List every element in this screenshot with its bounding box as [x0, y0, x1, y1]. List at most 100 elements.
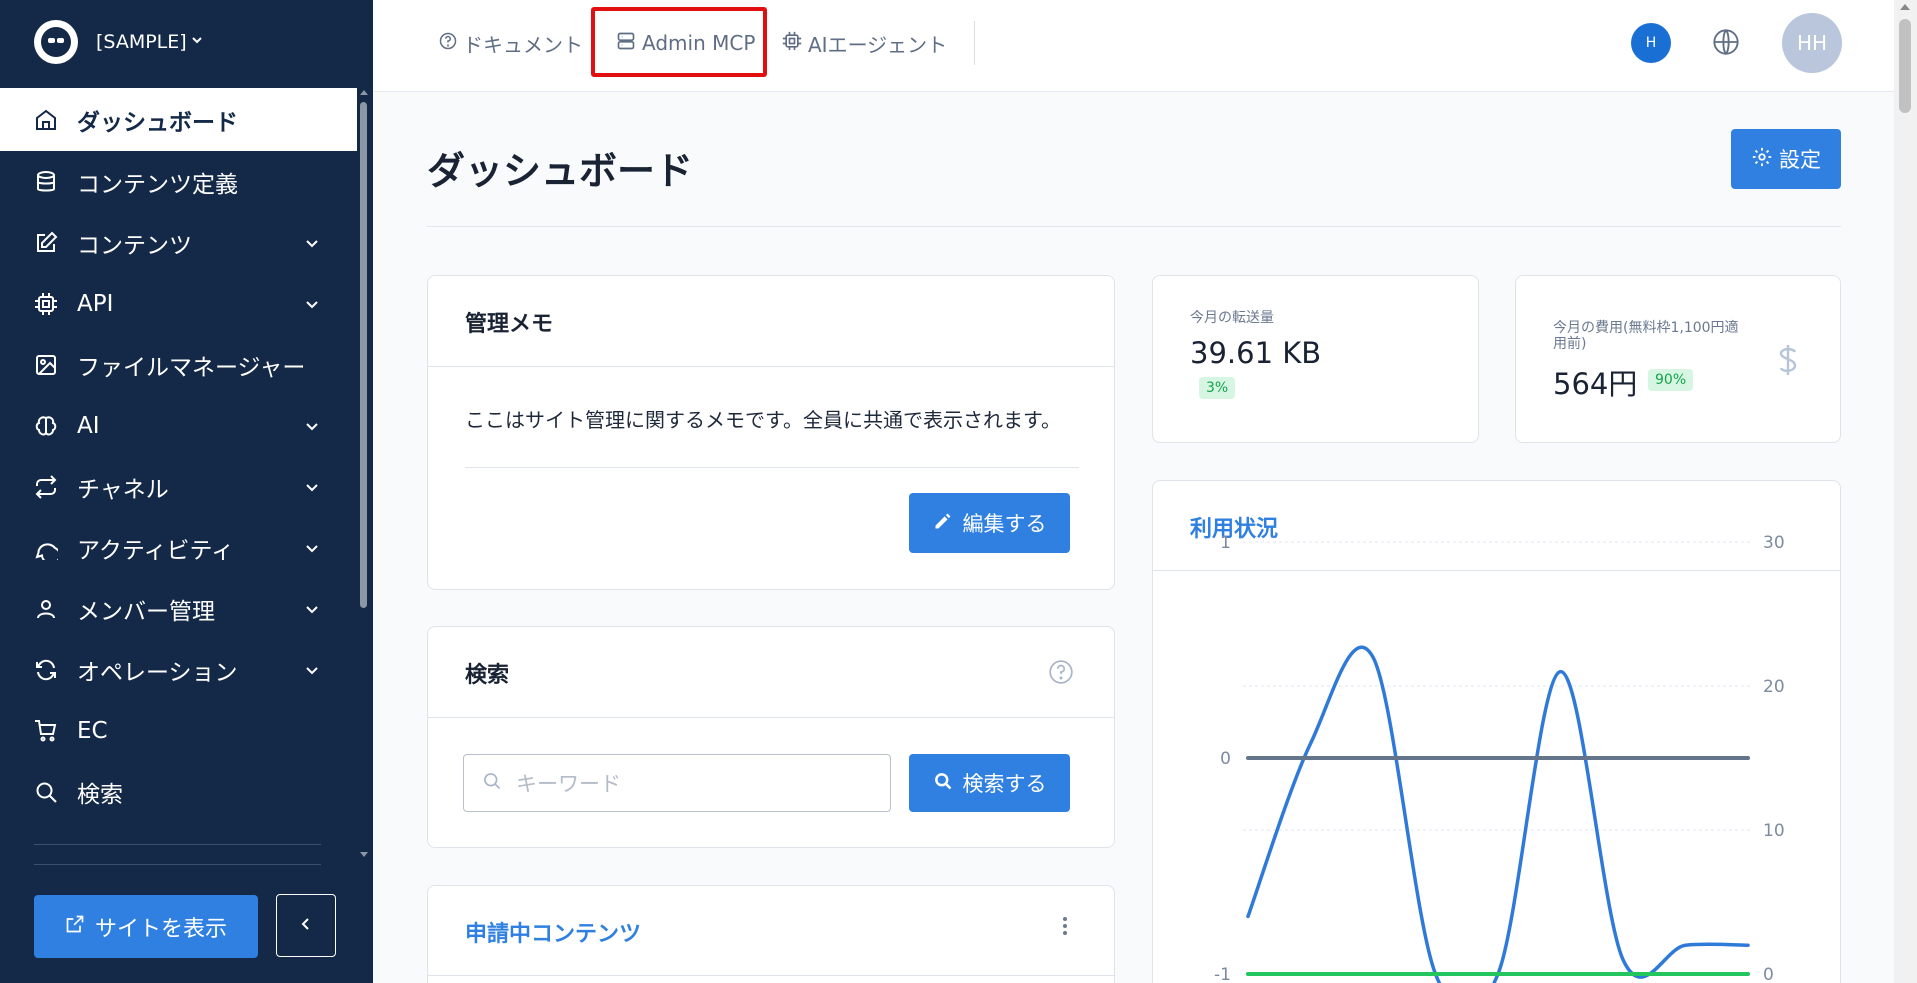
edit-icon [33, 230, 59, 256]
right-axis-tick: 20 [1763, 677, 1785, 697]
memo-title: 管理メモ [465, 312, 554, 337]
sidebar-item-api[interactable]: API [0, 273, 357, 334]
site-switcher[interactable]: [SAMPLE] [34, 18, 203, 66]
memo-card-header: 管理メモ [428, 276, 1114, 367]
collapse-sidebar-button[interactable] [276, 894, 336, 957]
usage-title: 利用状況 [1190, 517, 1279, 542]
sidebar-item-label: AI [77, 412, 100, 439]
transfer-label: 今月の転送量 [1190, 310, 1274, 326]
sidebar-divider [34, 844, 321, 845]
memo-card: 管理メモ ここはサイト管理に関するメモです。全員に共通で表示されます。 編集する [427, 275, 1115, 590]
cost-value: 564円 [1553, 367, 1638, 401]
search-icon [482, 771, 502, 796]
sidebar-item-ec[interactable]: EC [0, 700, 357, 761]
sidebar-item-content-definition[interactable]: コンテンツ定義 [0, 151, 357, 212]
sidebar-item-member-management[interactable]: メンバー管理 [0, 578, 357, 639]
sidebar-nav: ダッシュボード コンテンツ定義 コンテンツ API ファイルマネージャー AI … [0, 88, 357, 822]
search-icon [33, 779, 59, 805]
sidebar-item-search[interactable]: 検索 [0, 761, 357, 822]
docs-link[interactable]: ドキュメント [439, 29, 583, 57]
sidebar-scrollbar[interactable] [358, 88, 368, 857]
transfer-stat-card: 今月の転送量 39.61 KB 3% [1152, 275, 1479, 443]
avatar[interactable]: HH [1782, 13, 1842, 73]
chevron-down-icon [305, 291, 319, 317]
search-input[interactable]: キーワード [463, 754, 891, 812]
repeat-icon [33, 474, 59, 500]
cpu-icon [33, 291, 59, 317]
page-title: ダッシュボード [427, 149, 694, 193]
chevron-down-icon [305, 535, 319, 561]
search-title: 検索 [465, 663, 510, 688]
sidebar-item-contents[interactable]: コンテンツ [0, 212, 357, 273]
memo-divider [465, 467, 1079, 468]
dollar-icon [1778, 343, 1798, 381]
globe-icon[interactable] [1712, 28, 1740, 60]
cart-icon [33, 718, 59, 744]
user-icon [33, 596, 59, 622]
right-axis-tick: 30 [1763, 533, 1785, 553]
sidebar-item-label: チャネル [77, 476, 169, 503]
external-link-icon [65, 914, 85, 940]
usage-card: 利用状況 1 0 -1 30 20 10 0 [1152, 480, 1841, 983]
search-button[interactable]: 検索する [909, 754, 1070, 812]
sidebar-item-file-manager[interactable]: ファイルマネージャー [0, 334, 357, 395]
sidebar-item-label: 検索 [77, 781, 123, 808]
site-name: [SAMPLE] [96, 31, 187, 53]
topbar-divider [974, 21, 975, 65]
search-placeholder: キーワード [516, 772, 621, 796]
usage-card-header: 利用状況 [1153, 481, 1840, 571]
transfer-badge: 3% [1199, 377, 1236, 399]
image-icon [33, 352, 59, 378]
search-card-header: 検索 [428, 627, 1114, 718]
sidebar-item-operation[interactable]: オペレーション [0, 639, 357, 700]
more-vertical-icon[interactable] [1063, 917, 1067, 935]
pending-title[interactable]: 申請中コンテンツ [465, 916, 641, 948]
chevron-down-icon [305, 230, 319, 256]
user-badge[interactable]: H [1631, 23, 1671, 63]
right-axis-tick: 10 [1763, 821, 1785, 841]
search-card: 検索 キーワード 検索する [427, 626, 1115, 848]
cost-label: 今月の費用(無料枠1,100円適 用前) [1553, 320, 1739, 352]
sidebar-item-label: アクティビティ [77, 537, 235, 564]
database-icon [33, 169, 59, 195]
sidebar-item-activity[interactable]: アクティビティ [0, 517, 357, 578]
edit-memo-button[interactable]: 編集する [909, 493, 1070, 553]
help-circle-icon[interactable] [1048, 659, 1074, 689]
page-scrollbar[interactable] [1894, 0, 1917, 983]
site-logo [34, 20, 78, 64]
view-site-button[interactable]: サイトを表示 [34, 895, 258, 958]
sidebar-item-dashboard[interactable]: ダッシュボード [0, 88, 357, 151]
chevron-down-icon [305, 657, 319, 683]
view-site-label: サイトを表示 [94, 916, 227, 942]
cpu-icon [782, 31, 802, 56]
home-icon [33, 107, 59, 133]
chevron-down-icon [191, 34, 203, 50]
transfer-value: 39.61 KB [1190, 336, 1322, 370]
pencil-icon [933, 511, 953, 536]
left-axis-tick: 0 [1220, 749, 1231, 769]
sidebar-item-channel[interactable]: チャネル [0, 456, 357, 517]
sidebar-divider [34, 864, 321, 865]
left-axis-tick: -1 [1214, 965, 1231, 983]
sidebar-item-ai[interactable]: AI [0, 395, 357, 456]
right-axis-tick: 0 [1763, 965, 1774, 983]
docs-link-label: ドキュメント [463, 32, 583, 57]
chevron-down-icon [305, 413, 319, 439]
gear-icon [1751, 146, 1773, 173]
pending-card-header: 申請中コンテンツ [428, 886, 1114, 976]
sidebar-item-label: ダッシュボード [77, 109, 238, 136]
settings-button[interactable]: 設定 [1731, 129, 1841, 189]
sidebar-item-label: コンテンツ [77, 232, 192, 259]
series-line-0 [1246, 645, 1750, 983]
chevron-down-icon [305, 596, 319, 622]
chat-icon [33, 535, 59, 561]
help-circle-icon [439, 31, 457, 55]
pending-content-card: 申請中コンテンツ [427, 885, 1115, 983]
search-button-label: 検索する [962, 772, 1047, 796]
usage-chart: 10-13020100 [1214, 533, 1785, 983]
title-divider [427, 226, 1841, 227]
highlight-box [591, 7, 767, 77]
ai-agent-link[interactable]: AIエージェント [782, 29, 947, 57]
cost-stat-card: 今月の費用(無料枠1,100円適 用前) 564円 90% [1515, 275, 1841, 443]
sidebar-item-label: メンバー管理 [77, 598, 215, 625]
